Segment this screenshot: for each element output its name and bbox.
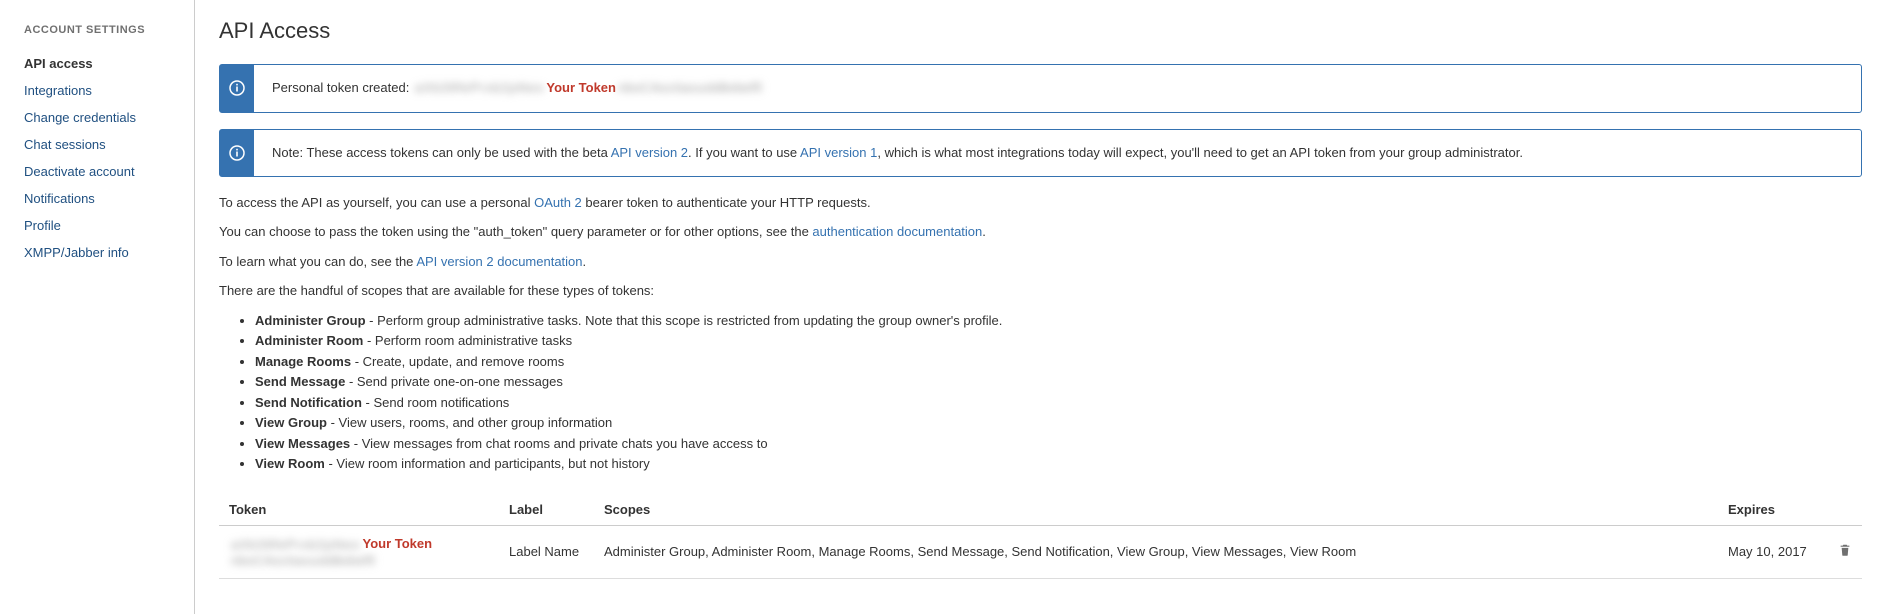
main-content: API Access Personal token created: Your … — [195, 0, 1886, 614]
token-redacted-left — [231, 537, 360, 552]
info-icon — [220, 130, 254, 176]
scope-item: View Messages - View messages from chat … — [255, 434, 1862, 454]
sidebar-item-api-access[interactable]: API access — [24, 50, 194, 77]
scope-desc: - Perform room administrative tasks — [363, 333, 572, 348]
scope-name: Send Message — [255, 374, 345, 389]
note-text-mid: . If you want to use — [688, 145, 800, 160]
intro-paragraph-1: To access the API as yourself, you can u… — [219, 193, 1862, 213]
scope-item: Manage Rooms - Create, update, and remov… — [255, 352, 1862, 372]
scope-name: Send Notification — [255, 395, 362, 410]
sidebar-item-deactivate-account[interactable]: Deactivate account — [24, 158, 194, 185]
intro-p3-pre: To learn what you can do, see the — [219, 254, 416, 269]
intro-p1-post: bearer token to authenticate your HTTP r… — [582, 195, 871, 210]
link-oauth2[interactable]: OAuth 2 — [534, 195, 582, 210]
tokens-table: Token Label Scopes Expires Your Token La… — [219, 494, 1862, 579]
alert-token-created: Personal token created: Your Token — [219, 64, 1862, 113]
th-expires: Expires — [1718, 494, 1828, 526]
th-action — [1828, 494, 1862, 526]
alert-note: Note: These access tokens can only be us… — [219, 129, 1862, 177]
scope-name: Administer Group — [255, 313, 366, 328]
token-redacted-right — [618, 79, 762, 97]
intro-p2-post: . — [982, 224, 986, 239]
sidebar-item-profile[interactable]: Profile — [24, 212, 194, 239]
sidebar-item-change-credentials[interactable]: Change credentials — [24, 104, 194, 131]
scope-name: Manage Rooms — [255, 354, 351, 369]
scope-item: Send Notification - Send room notificati… — [255, 393, 1862, 413]
scope-desc: - Create, update, and remove rooms — [351, 354, 564, 369]
table-row: Your Token Label Name Administer Group, … — [219, 525, 1862, 578]
cell-scopes: Administer Group, Administer Room, Manag… — [594, 525, 1718, 578]
alert-token-created-prefix: Personal token created: — [272, 80, 413, 95]
scope-item: Send Message - Send private one-on-one m… — [255, 372, 1862, 392]
token-redacted-right — [231, 553, 375, 568]
page-title: API Access — [219, 18, 1862, 44]
th-token: Token — [219, 494, 499, 526]
table-header-row: Token Label Scopes Expires — [219, 494, 1862, 526]
alert-note-text: Note: These access tokens can only be us… — [254, 130, 1541, 176]
scope-item: Administer Room - Perform room administr… — [255, 331, 1862, 351]
cell-expires: May 10, 2017 — [1718, 525, 1828, 578]
scope-desc: - View room information and participants… — [325, 456, 650, 471]
token-redacted-left — [415, 79, 544, 97]
th-scopes: Scopes — [594, 494, 1718, 526]
link-api-v2-doc[interactable]: API version 2 documentation — [416, 254, 582, 269]
intro-paragraph-3: To learn what you can do, see the API ve… — [219, 252, 1862, 272]
sidebar: ACCOUNT SETTINGS API access Integrations… — [0, 0, 195, 614]
scope-desc: - Send private one-on-one messages — [345, 374, 563, 389]
intro-paragraph-2: You can choose to pass the token using t… — [219, 222, 1862, 242]
cell-action — [1828, 525, 1862, 578]
intro-p3-post: . — [583, 254, 587, 269]
scope-desc: - View users, rooms, and other group inf… — [327, 415, 612, 430]
cell-token: Your Token — [219, 525, 499, 578]
info-icon — [220, 65, 254, 112]
alert-token-created-text: Personal token created: Your Token — [254, 65, 782, 112]
scope-name: View Messages — [255, 436, 350, 451]
token-highlight: Your Token — [546, 80, 616, 95]
sidebar-item-notifications[interactable]: Notifications — [24, 185, 194, 212]
cell-label: Label Name — [499, 525, 594, 578]
scope-item: Administer Group - Perform group adminis… — [255, 311, 1862, 331]
note-text-post: , which is what most integrations today … — [877, 145, 1523, 160]
scope-item: View Group - View users, rooms, and othe… — [255, 413, 1862, 433]
scope-desc: - View messages from chat rooms and priv… — [350, 436, 767, 451]
scope-item: View Room - View room information and pa… — [255, 454, 1862, 474]
scope-desc: - Send room notifications — [362, 395, 509, 410]
intro-p2-pre: You can choose to pass the token using t… — [219, 224, 812, 239]
scope-desc: - Perform group administrative tasks. No… — [366, 313, 1003, 328]
link-api-version-2[interactable]: API version 2 — [611, 145, 688, 160]
scope-name: Administer Room — [255, 333, 363, 348]
th-label: Label — [499, 494, 594, 526]
sidebar-item-chat-sessions[interactable]: Chat sessions — [24, 131, 194, 158]
sidebar-heading: ACCOUNT SETTINGS — [24, 24, 194, 36]
intro-paragraph-4: There are the handful of scopes that are… — [219, 281, 1862, 301]
scopes-list: Administer Group - Perform group adminis… — [219, 311, 1862, 474]
sidebar-item-xmpp-jabber-info[interactable]: XMPP/Jabber info — [24, 239, 194, 266]
scope-name: View Room — [255, 456, 325, 471]
delete-icon[interactable] — [1838, 545, 1852, 560]
sidebar-item-integrations[interactable]: Integrations — [24, 77, 194, 104]
token-highlight: Your Token — [362, 536, 432, 551]
link-api-version-1[interactable]: API version 1 — [800, 145, 877, 160]
scope-name: View Group — [255, 415, 327, 430]
note-text-pre: Note: These access tokens can only be us… — [272, 145, 611, 160]
intro-p1-pre: To access the API as yourself, you can u… — [219, 195, 534, 210]
link-auth-doc[interactable]: authentication documentation — [812, 224, 982, 239]
